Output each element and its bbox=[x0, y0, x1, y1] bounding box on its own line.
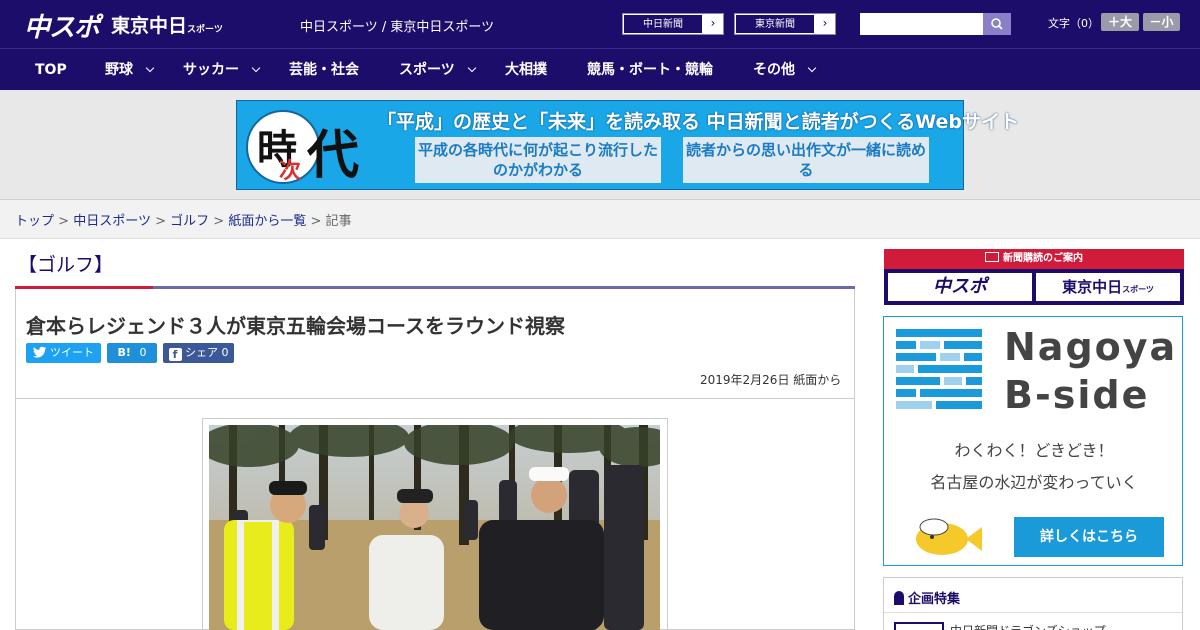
nav-label: サッカー bbox=[183, 62, 239, 78]
banner-box-1: 平成の各時代に何が起こり流行したのかがわかる bbox=[415, 137, 661, 183]
breadcrumb-separator: > bbox=[155, 214, 166, 229]
feature-header: 企画特集 bbox=[894, 588, 960, 607]
facebook-share-count: 0 bbox=[221, 346, 229, 359]
font-size-label: 文字（0） bbox=[1048, 17, 1099, 30]
tokyo-chunichi-logo[interactable]: 東京中日スポーツ bbox=[111, 11, 223, 38]
chuspo-logo[interactable]: 中スポ bbox=[24, 7, 100, 44]
subscription-title-text: 新聞購読のご案内 bbox=[1003, 253, 1083, 264]
nav-label: スポーツ bbox=[399, 62, 455, 78]
bside-title: Nagoya B-side bbox=[1004, 323, 1177, 419]
nav-label: 大相撲 bbox=[505, 62, 547, 78]
feature-section: 企画特集 中日新聞ドラゴンズショップ bbox=[883, 577, 1183, 630]
facebook-share-label: シェア bbox=[185, 346, 218, 359]
chevron-down-icon bbox=[145, 63, 155, 73]
bside-copy-2: 名古屋の水辺が変わっていく bbox=[930, 473, 1138, 492]
divider bbox=[884, 612, 1182, 613]
nav-item-soccer[interactable]: サッカー bbox=[183, 49, 261, 91]
font-larger-button[interactable]: ＋大 bbox=[1101, 13, 1139, 31]
ribbon-icon bbox=[894, 591, 904, 605]
breadcrumb-separator: > bbox=[58, 214, 70, 229]
bside-copy-1: わくわく！どきどき！ bbox=[954, 441, 1114, 460]
breadcrumb: トップ > 中日スポーツ > ゴルフ > 紙面から一覧 > 記事 bbox=[15, 210, 352, 229]
chevron-down-icon bbox=[807, 63, 817, 73]
breadcrumb-top[interactable]: トップ bbox=[15, 214, 54, 229]
nav-item-sports[interactable]: スポーツ bbox=[399, 49, 476, 91]
search-input[interactable] bbox=[860, 13, 983, 35]
sub-tokyo-small: スポーツ bbox=[1122, 285, 1154, 294]
jidai-banner-ad[interactable]: 時 次 代 「平成」の歴史と「未来」を読み取る 中日新聞と読者がつくるWebサイ… bbox=[236, 100, 1019, 190]
sub-tokyo-link[interactable]: 東京中日スポーツ bbox=[1036, 273, 1180, 301]
feature-thumbnail[interactable] bbox=[894, 622, 944, 630]
search-icon bbox=[991, 18, 1003, 30]
nav-label: TOP bbox=[35, 62, 67, 78]
banner-kanji-tsugi: 次 bbox=[279, 159, 302, 184]
breadcrumb-paper-list[interactable]: 紙面から一覧 bbox=[228, 214, 306, 229]
subscription-title: 新聞購読のご案内 bbox=[884, 249, 1184, 269]
nav-item-sumo[interactable]: 大相撲 bbox=[505, 49, 547, 91]
chevron-down-icon bbox=[251, 63, 261, 73]
nav-item-baseball[interactable]: 野球 bbox=[105, 49, 155, 91]
global-nav: TOP 野球 サッカー 芸能・社会 スポーツ 大相撲 競馬・ボート・競輪 その他 bbox=[0, 48, 1200, 90]
golf-photo-illustration bbox=[209, 425, 660, 630]
breadcrumb-chuspo[interactable]: 中日スポーツ bbox=[73, 214, 151, 229]
nav-item-racing[interactable]: 競馬・ボート・競輪 bbox=[587, 49, 713, 91]
fish-mascot-icon bbox=[916, 518, 982, 555]
facebook-icon: f bbox=[168, 348, 182, 361]
nav-label: 野球 bbox=[105, 62, 133, 78]
paper-button-label: 東京新聞 bbox=[735, 14, 815, 34]
nav-item-other[interactable]: その他 bbox=[753, 49, 817, 91]
nagoya-bside-ad[interactable]: Nagoya B-side わくわく！どきどき！ 名古屋の水辺が変わっていく 詳… bbox=[883, 316, 1183, 566]
banner-kanji-dai: 代 bbox=[307, 126, 360, 186]
chevron-right-icon: › bbox=[822, 16, 828, 30]
tokyo-logo-text: 東京中日 bbox=[111, 15, 188, 37]
tweet-label: ツイート bbox=[50, 346, 94, 359]
sub-chuspo-link[interactable]: 中スポ bbox=[888, 273, 1032, 301]
breadcrumb-separator: > bbox=[310, 214, 322, 229]
site-header: 中スポ 東京中日スポーツ 中日スポーツ / 東京中日スポーツ 中日新聞 › 東京… bbox=[0, 0, 1200, 48]
article-photo[interactable] bbox=[209, 425, 660, 630]
nav-label: 競馬・ボート・競輪 bbox=[587, 62, 713, 78]
tokyo-shimbun-button[interactable]: 東京新聞 › bbox=[734, 13, 836, 35]
font-smaller-button[interactable]: －小 bbox=[1143, 13, 1180, 31]
feature-item-link[interactable]: 中日新聞ドラゴンズショップ bbox=[950, 622, 1106, 630]
article-date: 2019年2月26日 紙面から bbox=[700, 373, 842, 387]
subscription-box[interactable]: 新聞購読のご案内 中スポ 東京中日スポーツ bbox=[884, 249, 1184, 305]
hatena-bookmark-button[interactable]: B! 0 bbox=[107, 343, 157, 363]
brick-wall-icon bbox=[896, 329, 982, 409]
chevron-down-icon bbox=[467, 63, 476, 73]
breadcrumb-separator: > bbox=[213, 214, 225, 229]
tokyo-logo-small: スポーツ bbox=[187, 25, 223, 35]
article-category: 【ゴルフ】 bbox=[18, 254, 114, 276]
divider bbox=[15, 398, 855, 399]
chevron-right-icon: › bbox=[710, 16, 716, 30]
feature-title: 企画特集 bbox=[908, 592, 961, 607]
article-title: 倉本らレジェンド３人が東京五輪会場コースをラウンド視察 bbox=[26, 314, 565, 338]
bside-details-button[interactable]: 詳しくはこちら bbox=[1014, 517, 1164, 557]
search-button[interactable] bbox=[983, 13, 1011, 35]
nav-item-top[interactable]: TOP bbox=[35, 49, 67, 91]
banner-logo: 時 次 代 bbox=[243, 105, 369, 187]
bside-title-line-1: Nagoya bbox=[1004, 325, 1178, 369]
facebook-share-button[interactable]: f シェア 0 bbox=[163, 343, 234, 363]
bside-title-line-2: B-side bbox=[1004, 373, 1150, 417]
tweet-button[interactable]: ツイート bbox=[26, 343, 101, 363]
banner-box-2: 読者からの思い出作文が一緒に読める bbox=[683, 137, 929, 183]
banner-area: 時 次 代 「平成」の歴史と「未来」を読み取る 中日新聞と読者がつくるWebサイ… bbox=[0, 90, 1200, 200]
breadcrumb-current: 記事 bbox=[325, 214, 352, 229]
twitter-icon bbox=[32, 346, 46, 358]
hatena-count: 0 bbox=[139, 346, 147, 359]
breadcrumb-golf[interactable]: ゴルフ bbox=[170, 214, 209, 229]
nav-label: その他 bbox=[753, 62, 795, 78]
nav-label: 芸能・社会 bbox=[289, 62, 359, 78]
chunichi-shimbun-button[interactable]: 中日新聞 › bbox=[622, 13, 724, 35]
paper-button-label: 中日新聞 bbox=[623, 14, 703, 34]
sub-tokyo-text: 東京中日 bbox=[1062, 278, 1123, 296]
newspaper-icon bbox=[985, 252, 999, 262]
site-link[interactable]: 中日スポーツ / 東京中日スポーツ bbox=[300, 16, 494, 35]
nav-item-entertainment[interactable]: 芸能・社会 bbox=[289, 49, 359, 91]
hatena-icon: B! bbox=[117, 346, 131, 359]
banner-headline: 「平成」の歴史と「未来」を読み取る 中日新聞と読者がつくるWebサイト bbox=[377, 111, 1020, 133]
